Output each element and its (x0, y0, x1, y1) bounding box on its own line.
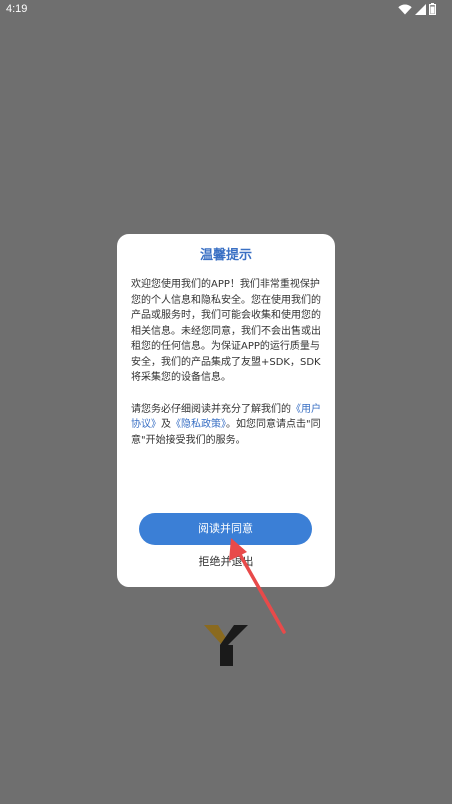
agreement-text-before: 请您务必仔细阅读并充分了解我们的 (131, 403, 291, 415)
exit-button[interactable]: 拒绝并退出 (117, 553, 335, 569)
dialog-body: 欢迎您使用我们的APP！我们非常重视保护您的个人信息和隐私安全。您在使用我们的产… (131, 277, 325, 448)
signal-icon (415, 3, 426, 15)
battery-icon (429, 3, 436, 15)
dialog-paragraph-intro: 欢迎您使用我们的APP！我们非常重视保护您的个人信息和隐私安全。您在使用我们的产… (131, 279, 321, 383)
status-time: 4:19 (6, 3, 28, 15)
dialog-title: 温馨提示 (199, 248, 252, 263)
agreement-text-and: 及 (161, 419, 171, 430)
status-icons (398, 3, 436, 15)
dialog-paragraph-agreement: 请您务必仔细阅读并充分了解我们的《用户协议》及《隐私政策》。如您同意请点击"同意… (131, 402, 325, 449)
privacy-policy-link[interactable]: 《隐私政策》 (171, 419, 226, 430)
wifi-icon (398, 4, 412, 14)
agree-button[interactable]: 阅读并同意 (139, 513, 312, 545)
status-bar: 4:19 (0, 0, 452, 20)
app-logo-y-icon (204, 625, 248, 666)
privacy-dialog: 温馨提示 欢迎您使用我们的APP！我们非常重视保护您的个人信息和隐私安全。您在使… (117, 234, 335, 587)
